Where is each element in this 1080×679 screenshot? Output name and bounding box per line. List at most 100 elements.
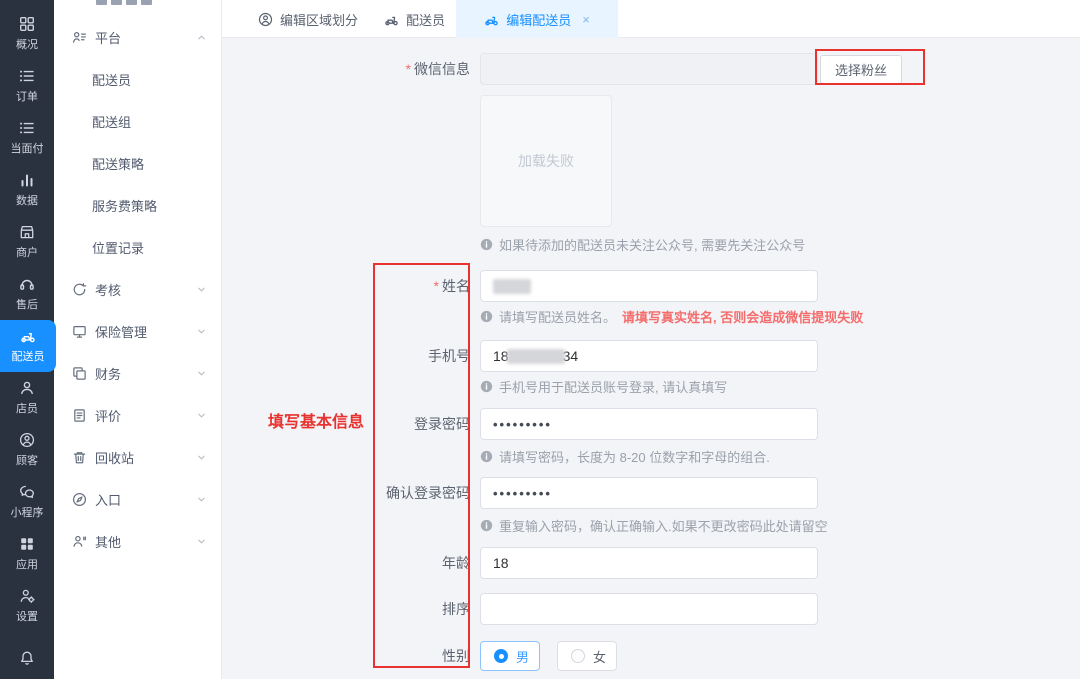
name-input[interactable] [480,270,818,302]
annotation-basic-info-text: 填写基本信息 [268,414,365,431]
sidebar-item-apps[interactable]: 应用 [0,528,54,580]
age-input[interactable]: 18 [480,547,818,579]
info-icon [480,380,493,393]
sidebar-item-label: 设置 [16,611,38,623]
password-input[interactable]: ••••••••• [480,408,818,440]
chevron-down-icon[interactable] [196,284,207,295]
menu-item-couriers[interactable]: 配送员 [54,58,221,100]
entrance-icon [72,492,87,507]
sidebar-item-merchants[interactable]: 商户 [0,216,54,268]
sidebar-item-customers[interactable]: 顾客 [0,424,54,476]
sidebar-item-miniprogram[interactable]: 小程序 [0,476,54,528]
menu-item-delivery-strategy[interactable]: 配送策略 [54,142,221,184]
tab-couriers[interactable]: 配送员 [384,0,445,38]
sidebar-item-label: 数据 [16,195,38,207]
menu-group-recycle-bin[interactable]: 回收站 [54,436,221,478]
chevron-down-icon[interactable] [196,536,207,547]
info-icon [480,310,493,323]
scooter-icon [20,328,36,344]
chevron-down-icon[interactable] [196,452,207,463]
order-list-icon [19,68,35,84]
close-icon[interactable]: × [582,12,590,27]
radio-selected-icon [494,649,508,663]
store-icon [19,224,35,240]
assessment-icon [72,282,87,297]
confirm-password-note: 重复输入密码，确认正确输入.如果不更改密码此处请留空 [480,516,828,534]
chevron-down-icon[interactable] [196,410,207,421]
tab-label: 配送员 [406,12,446,28]
menu-item-service-fee-strategy[interactable]: 服务费策略 [54,184,221,226]
menu-item-label: 位置记录 [92,240,145,256]
sidebar-item-data[interactable]: 数据 [0,164,54,216]
required-mark: * [405,61,411,77]
face-pay-icon [19,120,35,136]
sort-label: 排序 [442,601,470,617]
sidebar-item-couriers[interactable]: 配送员 [0,320,56,372]
phone-note: 手机号用于配送员账号登录, 请认真填写 [480,377,727,395]
sidebar-item-label: 商户 [16,247,38,259]
gender-option-female[interactable]: 女 [557,641,617,671]
sidebar-item-clipped[interactable] [0,632,54,679]
phone-input[interactable]: 18 34 [480,340,818,372]
redacted-name-value [493,278,531,294]
name-warning-text: 请填写真实姓名, 否则会造成微信提现失败 [622,309,864,325]
headset-icon [19,276,35,292]
menu-group-other[interactable]: 其他 [54,520,221,562]
sidebar-item-label: 应用 [16,559,38,571]
sidebar-item-label: 概况 [16,39,38,51]
password-note: 请填写密码，长度为 8-20 位数字和字母的组合. [480,447,770,465]
app-root: 概况 订单 当面付 数据 商户 售后 配送员 店员 顾客 小程序 应用 设置 平… [0,0,1080,679]
wechat-note: 如果待添加的配送员未关注公众号, 需要先关注公众号 [480,235,805,253]
sidebar-item-orders[interactable]: 订单 [0,60,54,112]
gender-option-male[interactable]: 男 [480,641,540,671]
sidebar-item-face-pay[interactable]: 当面付 [0,112,54,164]
sidebar-item-label: 小程序 [10,507,44,519]
sidebar-item-label: 订单 [16,91,38,103]
tab-edit-region[interactable]: 编辑区域划分 [258,0,358,38]
tab-edit-courier[interactable]: 编辑配送员 × [456,0,618,38]
sidebar-item-label: 当面付 [10,143,44,155]
sidebar-item-after-sales[interactable]: 售后 [0,268,54,320]
gender-label: 性别 [442,648,470,664]
menu-item-label: 服务费策略 [92,198,158,214]
required-mark: * [433,278,439,294]
menu-item-location-records[interactable]: 位置记录 [54,226,221,268]
insurance-icon [72,324,87,339]
scooter-icon [384,12,399,27]
chevron-down-icon[interactable] [196,494,207,505]
menu-group-label: 财务 [95,366,122,382]
sort-input[interactable] [480,593,818,625]
wechat-info-input [480,53,818,85]
menu-group-assessment[interactable]: 考核 [54,268,221,310]
menu-group-label: 其他 [95,534,122,550]
sidebar-item-label: 配送员 [11,351,45,363]
menu-group-label: 考核 [95,282,122,298]
menu-group-reviews[interactable]: 评价 [54,394,221,436]
recycle-icon [72,450,87,465]
chevron-down-icon[interactable] [196,368,207,379]
menu-group-platform[interactable]: 平台 [54,16,221,58]
menu-item-label: 配送员 [92,72,132,88]
dashboard-icon [19,16,35,32]
age-label: 年龄 [442,555,470,571]
bell-icon [19,650,35,666]
chevron-down-icon[interactable] [196,326,207,337]
sidebar-item-label: 顾客 [16,455,38,467]
chevron-up-icon[interactable] [196,32,207,43]
platform-icon [72,30,87,45]
avatar-icon [258,12,273,27]
menu-item-courier-groups[interactable]: 配送组 [54,100,221,142]
select-fan-button[interactable]: 选择粉丝 [820,55,902,84]
edit-courier-form: * 微信信息 选择粉丝 加载失败 如果待添加的配送员未关注公众号, 需要先关注公众… [222,38,1080,679]
menu-group-entrance[interactable]: 入口 [54,478,221,520]
scooter-icon [484,12,499,27]
menu-group-finance[interactable]: 财务 [54,352,221,394]
menu-group-insurance[interactable]: 保险管理 [54,310,221,352]
tab-label: 编辑配送员 [506,12,572,28]
name-note: 请填写配送员姓名。 请填写真实姓名, 否则会造成微信提现失败 [480,307,863,325]
sidebar-item-settings[interactable]: 设置 [0,580,54,632]
sidebar-item-overview[interactable]: 概况 [0,8,54,60]
radio-unselected-icon [571,649,585,663]
sidebar-item-staff[interactable]: 店员 [0,372,54,424]
confirm-password-input[interactable]: ••••••••• [480,477,818,509]
